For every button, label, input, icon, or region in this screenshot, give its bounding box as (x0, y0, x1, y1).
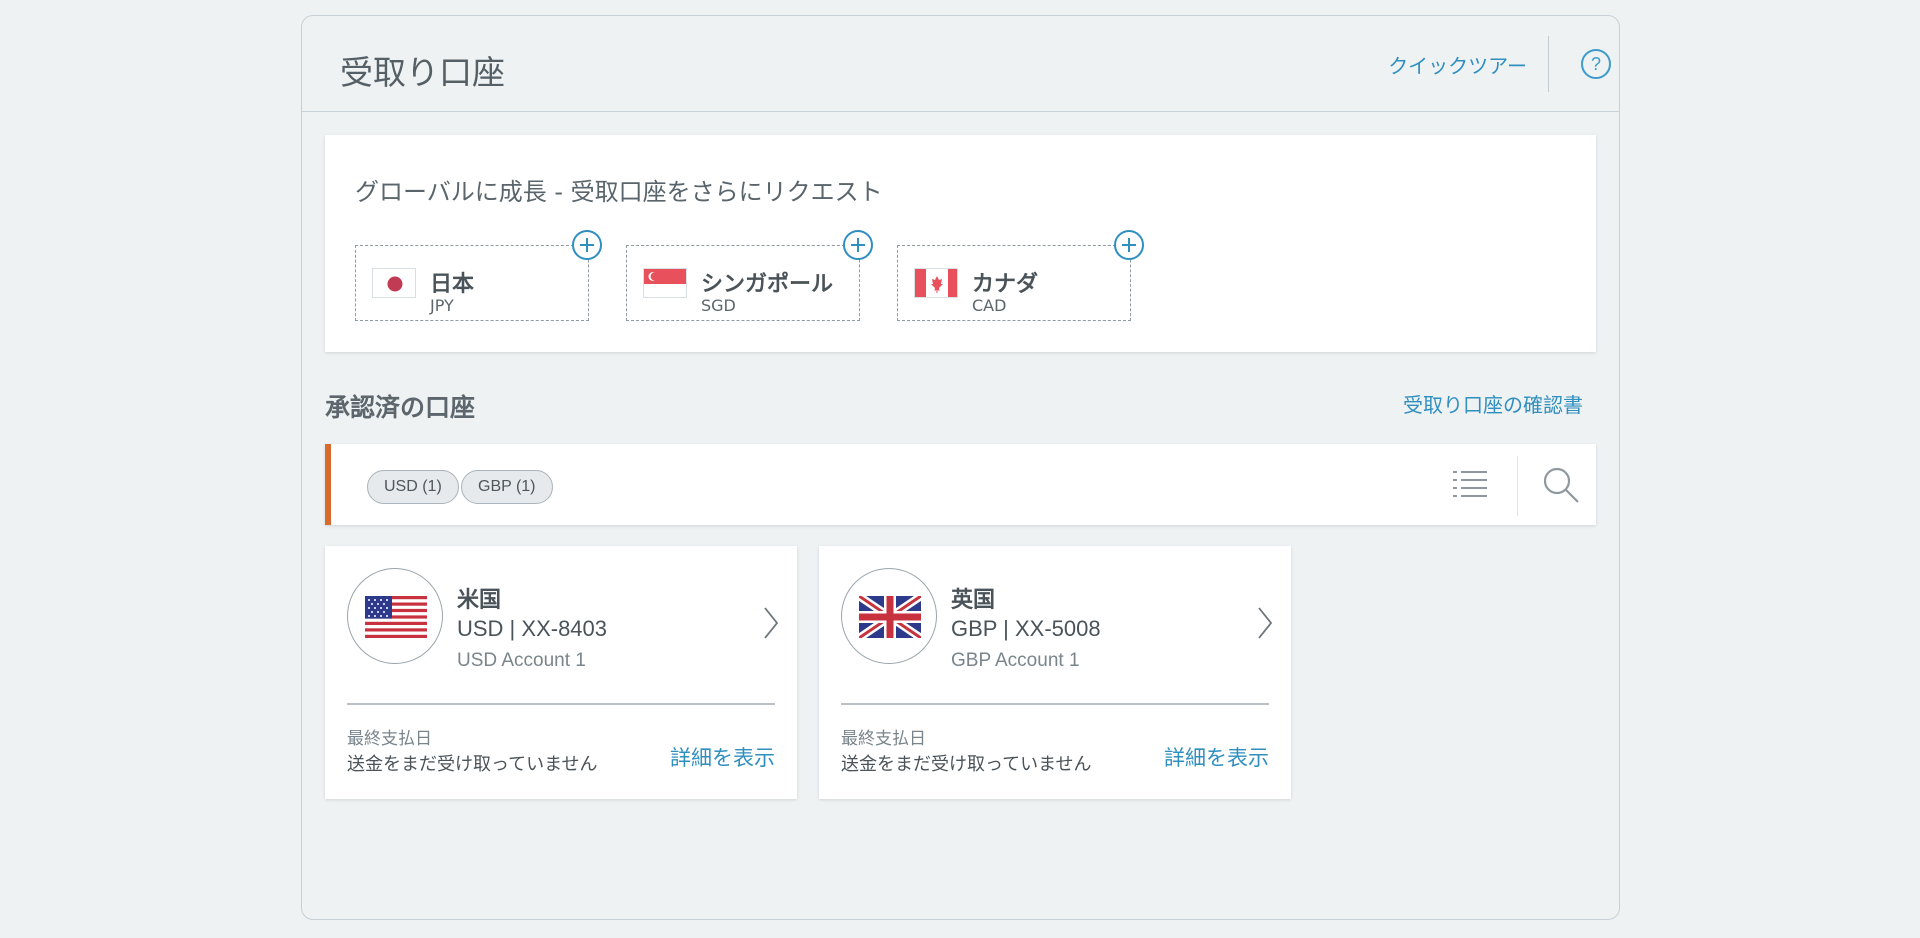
request-accounts-card: グローバルに成長 - 受取口座をさらにリクエスト 日本 JPY シンガポール S… (325, 135, 1596, 352)
account-card-gbp[interactable]: 英国 GBP | XX-5008 GBP Account 1 最終支払日 送金を… (819, 546, 1291, 799)
currency-filter-bar: USD (1) GBP (1) (325, 444, 1596, 525)
page-title: 受取り口座 (340, 53, 505, 92)
country-name: カナダ (972, 272, 1039, 297)
account-card-usd[interactable]: 米国 USD | XX-8403 USD Account 1 最終支払日 送金を… (325, 546, 797, 799)
add-icon[interactable] (843, 230, 873, 260)
account-confirmation-link[interactable]: 受取り口座の確認書 (1403, 389, 1583, 418)
search-icon[interactable] (1542, 466, 1580, 504)
country-tile-japan[interactable]: 日本 JPY (355, 230, 602, 321)
canada-flag-icon (914, 268, 958, 298)
currency-code: CAD (972, 296, 1007, 315)
receiving-accounts-panel: 受取り口座 クイックツアー ? グローバルに成長 - 受取口座をさらにリクエスト… (301, 15, 1620, 920)
account-nickname: USD Account 1 (457, 650, 586, 671)
country-tile-singapore[interactable]: シンガポール SGD (626, 230, 873, 321)
help-icon[interactable]: ? (1581, 49, 1611, 79)
add-icon[interactable] (572, 230, 602, 260)
account-country: 英国 (951, 588, 996, 613)
card-divider (841, 703, 1269, 705)
add-icon[interactable] (1114, 230, 1144, 260)
account-nickname: GBP Account 1 (951, 650, 1080, 671)
currency-code: JPY (430, 296, 454, 315)
account-country: 米国 (457, 588, 502, 613)
approved-accounts-title: 承認済の口座 (325, 393, 476, 422)
view-details-link[interactable]: 詳細を表示 (670, 742, 775, 772)
japan-flag-icon (372, 268, 416, 298)
country-name: 日本 (430, 272, 475, 297)
account-number: USD | XX-8403 (457, 616, 608, 641)
country-name: シンガポール (701, 272, 834, 297)
currency-code: SGD (701, 296, 736, 315)
card-divider (347, 703, 775, 705)
filter-chip-usd[interactable]: USD (1) (367, 470, 459, 504)
account-number: GBP | XX-5008 (951, 616, 1101, 641)
country-tile-canada[interactable]: カナダ CAD (897, 230, 1144, 321)
quick-tour-link[interactable]: クイックツアー (1388, 50, 1527, 79)
request-title: グローバルに成長 - 受取口座をさらにリクエスト (355, 178, 883, 206)
uk-flag-icon (841, 568, 937, 664)
chevron-right-icon[interactable] (763, 606, 779, 640)
chevron-right-icon[interactable] (1257, 606, 1273, 640)
list-view-icon[interactable] (1452, 468, 1488, 502)
header-divider (1547, 36, 1549, 92)
singapore-flag-icon (643, 268, 687, 298)
last-payment-label: 最終支払日 (841, 729, 926, 749)
view-details-link[interactable]: 詳細を表示 (1164, 742, 1269, 772)
last-payment-label: 最終支払日 (347, 729, 432, 749)
last-payment-value: 送金をまだ受け取っていません (841, 754, 1092, 775)
filter-chip-gbp[interactable]: GBP (1) (461, 470, 553, 504)
panel-header: 受取り口座 クイックツアー ? (302, 16, 1619, 112)
last-payment-value: 送金をまだ受け取っていません (347, 754, 598, 775)
search-divider (1517, 456, 1518, 516)
usa-flag-icon (347, 568, 443, 664)
